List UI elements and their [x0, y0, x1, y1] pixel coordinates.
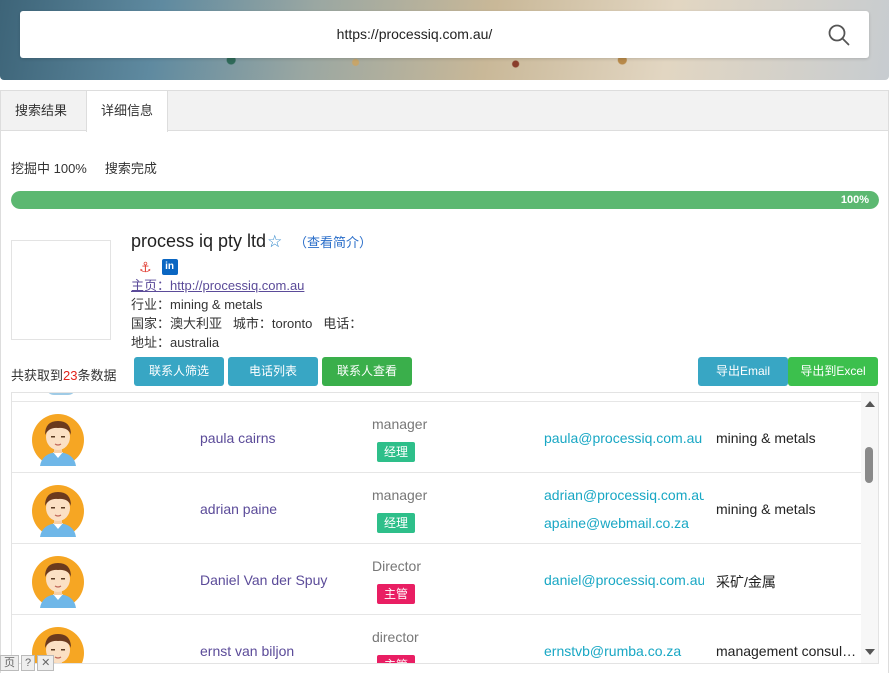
count-suffix: 条数据 — [77, 368, 117, 383]
avatar-icon — [32, 411, 84, 466]
contact-industry: management consulting — [716, 643, 858, 659]
company-info: process iq pty ltd☆ （查看简介） ⚓ in 主页：http:… — [131, 231, 631, 352]
company-name: process iq pty ltd — [131, 231, 267, 251]
country-label: 国家： — [131, 316, 171, 331]
tab-details[interactable]: 详细信息 — [86, 91, 169, 132]
search-icon[interactable] — [827, 23, 851, 47]
contact-name[interactable]: ernst van biljon — [200, 643, 294, 659]
view-contacts-button[interactable]: 联系人查看 — [322, 357, 412, 386]
contact-email-secondary[interactable]: apaine@webmail.co.za — [544, 515, 704, 531]
industry-value: mining & metals — [170, 297, 263, 312]
industry-line: 行业：mining & metals — [131, 295, 631, 314]
contact-title: manager — [372, 487, 428, 503]
contact-email[interactable]: adrian@processiq.com.au — [544, 487, 704, 503]
homepage-label: 主页： — [131, 278, 171, 293]
list-scrollbar[interactable] — [861, 393, 878, 663]
industry-label: 行业： — [131, 297, 171, 312]
mining-status: 挖掘中 100% — [11, 161, 87, 176]
scroll-thumb[interactable] — [865, 447, 873, 483]
search-url-text[interactable]: https://processiq.com.au/ — [20, 26, 809, 42]
address-label: 地址： — [131, 335, 171, 350]
table-row[interactable]: ernst van biljon director 主管 ernstvb@rum… — [12, 615, 862, 663]
export-excel-button[interactable]: 导出到Excel — [788, 357, 878, 386]
contact-filter-button[interactable]: 联系人筛选 — [134, 357, 224, 386]
scroll-down-arrow-icon[interactable] — [865, 649, 875, 655]
homepage-link[interactable]: http://processiq.com.au — [170, 278, 304, 293]
contact-name[interactable]: adrian paine — [200, 501, 277, 517]
role-badge: 经理 — [377, 442, 416, 462]
social-links: ⚓ in — [131, 258, 631, 276]
contact-title: manager — [372, 416, 428, 432]
role-badge: 主管 — [377, 655, 416, 663]
city-value: toronto — [271, 316, 313, 331]
contact-industry: mining & metals — [716, 430, 816, 446]
tray-page-button[interactable]: 页 — [0, 655, 19, 671]
search-status: 搜索完成 — [104, 161, 157, 176]
header-banner: https://processiq.com.au/ — [0, 0, 889, 80]
close-icon[interactable]: ✕ — [37, 655, 55, 671]
company-logo — [11, 240, 111, 340]
status-line: 挖掘中 100% 搜索完成 — [11, 158, 157, 177]
role-badge: 经理 — [377, 513, 416, 533]
contact-name[interactable]: Daniel Van der Spuy — [200, 572, 327, 588]
table-row — [12, 393, 862, 402]
export-email-button[interactable]: 导出Email — [698, 357, 788, 386]
count-prefix: 共获取到 — [11, 368, 64, 383]
avatar-icon — [32, 553, 84, 608]
contact-industry: 采矿/金属 — [716, 574, 776, 590]
address-line: 地址：australia — [131, 333, 631, 352]
contact-email[interactable]: ernstvb@rumba.co.za — [544, 643, 704, 659]
contact-title: Director — [372, 558, 422, 574]
avatar-icon — [32, 482, 84, 537]
city-label: 城市： — [232, 316, 272, 331]
contact-title: director — [372, 629, 419, 645]
contact-name[interactable]: paula cairns — [200, 430, 276, 446]
linkedin-icon[interactable]: in — [161, 259, 178, 275]
star-icon[interactable]: ☆ — [267, 232, 282, 252]
phone-label: 电话： — [323, 316, 363, 331]
homepage-line: 主页：http://processiq.com.au — [131, 276, 631, 295]
result-count: 共获取到23条数据 — [11, 365, 117, 384]
count-number: 23 — [63, 368, 78, 383]
address-value: australia — [170, 335, 220, 350]
country-value: 澳大利亚 — [170, 316, 223, 331]
view-intro-link[interactable]: （查看简介） — [294, 235, 372, 250]
scroll-up-arrow-icon[interactable] — [865, 401, 875, 407]
contact-list[interactable]: paula cairns manager 经理 paula@processiq.… — [11, 392, 879, 664]
table-row[interactable]: adrian paine manager 经理 adrian@processiq… — [12, 473, 862, 544]
table-row[interactable]: paula cairns manager 经理 paula@processiq.… — [12, 402, 862, 473]
location-line: 国家：澳大利亚 城市：toronto 电话： — [131, 314, 631, 333]
tab-bar: 搜索结果 详细信息 — [1, 91, 888, 132]
progress-fill: 100% — [11, 191, 879, 209]
anchor-icon[interactable]: ⚓ — [139, 260, 152, 274]
url-search-box[interactable]: https://processiq.com.au/ — [20, 11, 869, 58]
table-row[interactable]: Daniel Van der Spuy Director 主管 daniel@p… — [12, 544, 862, 615]
phone-list-button[interactable]: 电话列表 — [228, 357, 318, 386]
tab-search-results[interactable]: 搜索结果 — [1, 91, 81, 131]
progress-bar: 100% — [11, 191, 879, 209]
role-badge: 主管 — [377, 584, 416, 604]
bottom-tray: 页 ? ✕ — [0, 655, 55, 673]
contact-email[interactable]: paula@processiq.com.au — [544, 430, 704, 446]
contact-email[interactable]: daniel@processiq.com.au — [544, 572, 704, 588]
help-icon[interactable]: ? — [21, 655, 36, 671]
contact-industry: mining & metals — [716, 501, 816, 517]
results-panel: 搜索结果 详细信息 挖掘中 100% 搜索完成 100% process iq p… — [0, 90, 889, 673]
